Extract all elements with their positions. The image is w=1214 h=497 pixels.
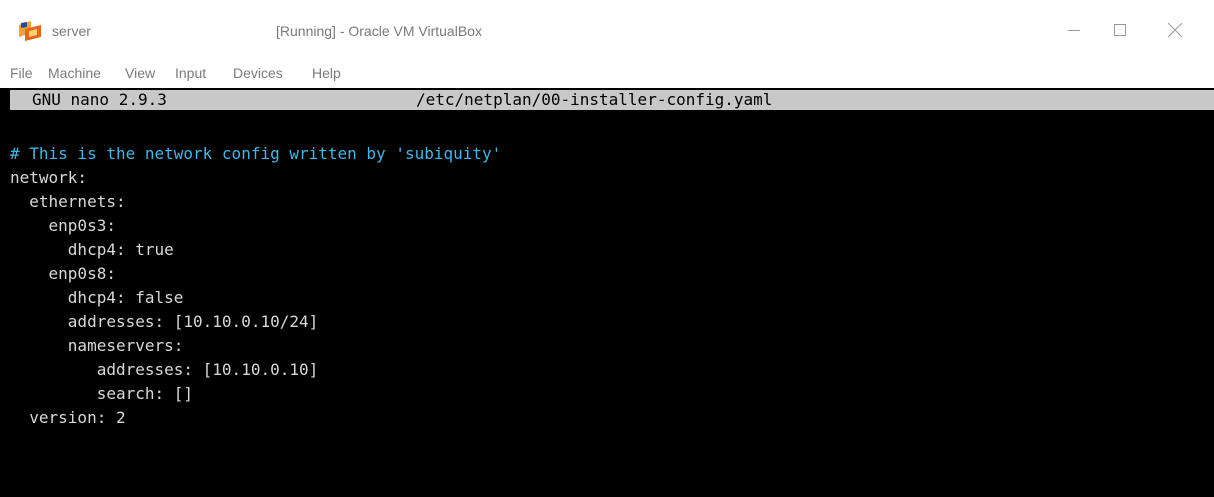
file-line: ethernets: <box>10 192 126 211</box>
vm-display[interactable]: GNU nano 2.9.3 /etc/netplan/00-installer… <box>0 88 1214 497</box>
file-line: version: 2 <box>10 408 126 427</box>
menu-view[interactable]: View <box>125 64 155 82</box>
file-line: # This is the network config written by … <box>10 144 502 163</box>
maximize-button[interactable] <box>1097 8 1143 52</box>
nano-title-bar: GNU nano 2.9.3 /etc/netplan/00-installer… <box>10 90 1214 110</box>
close-button[interactable] <box>1152 8 1198 52</box>
close-icon <box>1168 23 1182 37</box>
minimize-button[interactable] <box>1051 8 1097 52</box>
file-line: addresses: [10.10.0.10] <box>10 360 319 379</box>
file-line: dhcp4: false <box>10 288 184 307</box>
window-title: [Running] - Oracle VM VirtualBox <box>276 23 482 39</box>
virtualbox-window: server [Running] - Oracle VM VirtualBox … <box>0 0 1214 497</box>
menu-bar: File Machine View Input Devices Help <box>0 60 1214 88</box>
menu-devices[interactable]: Devices <box>233 64 283 82</box>
menu-input[interactable]: Input <box>175 64 206 82</box>
file-line: enp0s8: <box>10 264 116 283</box>
nano-filename: /etc/netplan/00-installer-config.yaml <box>416 90 773 109</box>
file-line: search: [] <box>10 384 194 403</box>
menu-machine[interactable]: Machine <box>48 64 101 82</box>
file-line: nameservers: <box>10 336 184 355</box>
menu-file[interactable]: File <box>10 64 33 82</box>
file-line: addresses: [10.10.0.10/24] <box>10 312 319 331</box>
title-bar-top-strip <box>0 0 1214 8</box>
virtualbox-icon <box>19 21 41 41</box>
file-line: dhcp4: true <box>10 240 174 259</box>
title-bar[interactable]: server [Running] - Oracle VM VirtualBox <box>0 0 1214 60</box>
nano-version: GNU nano 2.9.3 <box>32 90 167 109</box>
minimize-icon <box>1068 30 1080 31</box>
file-line: network: <box>10 168 88 187</box>
vm-name: server <box>52 23 91 39</box>
file-line: enp0s3: <box>10 216 116 235</box>
menu-help[interactable]: Help <box>312 64 341 82</box>
maximize-icon <box>1114 24 1126 36</box>
